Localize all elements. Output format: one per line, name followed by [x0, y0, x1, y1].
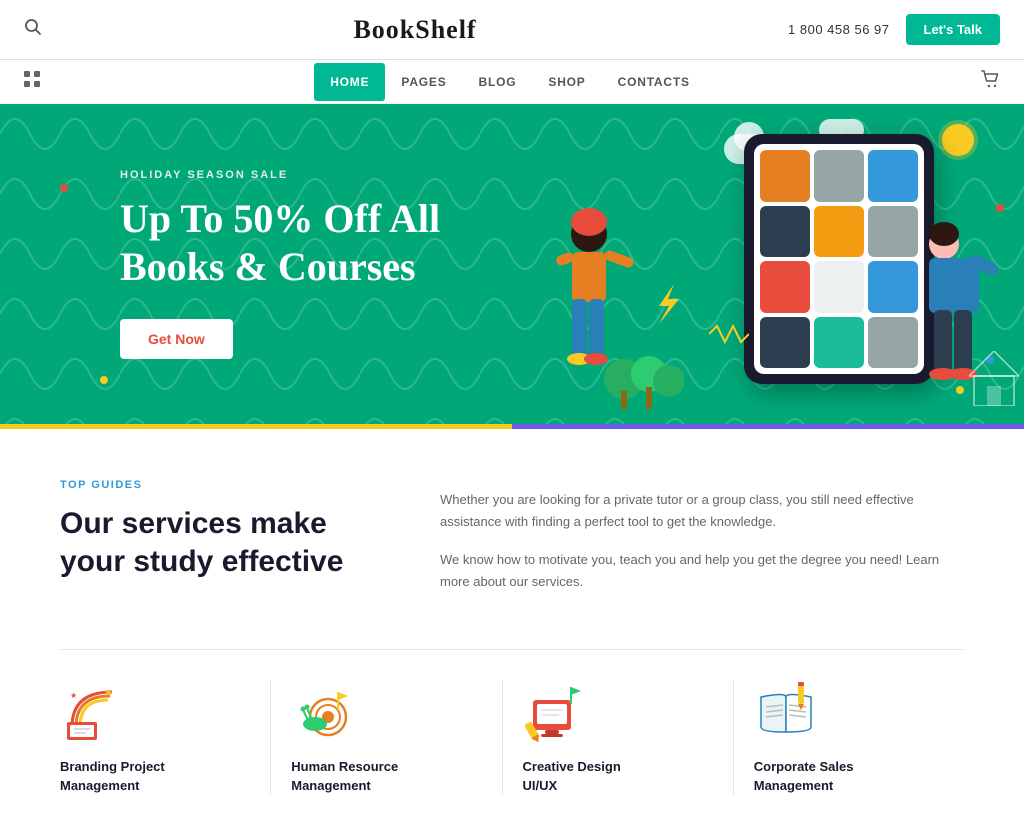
- cart-icon[interactable]: [980, 76, 1000, 93]
- hero-illustration: [544, 104, 1024, 424]
- services-right-col: Whether you are looking for a private tu…: [440, 479, 964, 609]
- service-card-branding: ★ ★ Branding ProjectManagement: [60, 680, 271, 794]
- nav-links: HOME PAGES BLOG SHOP CONTACTS: [314, 63, 706, 101]
- services-desc-1: Whether you are looking for a private tu…: [440, 489, 964, 533]
- app-icon-11: [814, 317, 864, 369]
- hero-eyebrow: HOLIDAY SEASON SALE: [120, 169, 544, 181]
- nav-shop[interactable]: SHOP: [532, 63, 601, 101]
- service-icon-branding: ★ ★: [60, 680, 124, 744]
- deco-dot-yellow-1: [100, 376, 108, 384]
- nav-pages[interactable]: PAGES: [385, 63, 462, 101]
- service-icon-hr: [291, 680, 355, 744]
- service-name-creative: Creative DesignUI/UX: [523, 758, 713, 794]
- sun-decoration: [942, 124, 974, 156]
- nav-blog[interactable]: BLOG: [463, 63, 533, 101]
- services-section: TOP GUIDES Our services make your study …: [0, 429, 1024, 835]
- main-navigation: HOME PAGES BLOG SHOP CONTACTS: [0, 60, 1024, 104]
- service-cards: ★ ★ Branding ProjectManagement: [60, 649, 964, 794]
- app-icon-7: [760, 261, 810, 313]
- deco-bushes: [604, 349, 684, 409]
- app-icon-4: [760, 206, 810, 258]
- services-top: TOP GUIDES Our services make your study …: [60, 479, 964, 609]
- hero-title: Up To 50% Off All Books & Courses: [120, 195, 460, 291]
- app-icon-5: [814, 206, 864, 258]
- hero-content: HOLIDAY SEASON SALE Up To 50% Off All Bo…: [0, 169, 544, 359]
- app-icon-12: [868, 317, 918, 369]
- service-card-corporate: Corporate SalesManagement: [734, 680, 964, 794]
- app-icon-8: [814, 261, 864, 313]
- app-icon-1: [760, 150, 810, 202]
- site-logo[interactable]: BookShelf: [353, 15, 476, 45]
- service-name-corporate: Corporate SalesManagement: [754, 758, 944, 794]
- app-icon-10: [760, 317, 810, 369]
- app-icon-9: [868, 261, 918, 313]
- service-icon-creative: [523, 680, 587, 744]
- service-icon-corporate: [754, 680, 818, 744]
- services-desc-2: We know how to motivate you, teach you a…: [440, 549, 964, 593]
- tablet-frame: [744, 134, 934, 384]
- hero-section: HOLIDAY SEASON SALE Up To 50% Off All Bo…: [0, 104, 1024, 424]
- deco-house: [969, 351, 1019, 406]
- lets-talk-button[interactable]: Let's Talk: [906, 14, 1000, 45]
- service-card-creative: Creative DesignUI/UX: [503, 680, 734, 794]
- app-icon-6: [868, 206, 918, 258]
- nav-contacts[interactable]: CONTACTS: [602, 63, 706, 101]
- tablet-screen: [754, 144, 924, 374]
- app-icon-3: [868, 150, 918, 202]
- service-name-hr: Human ResourceManagement: [291, 758, 481, 794]
- nav-right-group: 1 800 458 56 97 Let's Talk: [788, 14, 1000, 45]
- svg-text:★: ★: [70, 691, 77, 700]
- deco-lightning: [654, 284, 684, 324]
- svg-text:★: ★: [104, 688, 113, 699]
- services-title: Our services make your study effective: [60, 505, 380, 580]
- get-now-button[interactable]: Get Now: [120, 319, 233, 359]
- services-eyebrow: TOP GUIDES: [60, 479, 380, 491]
- grid-icon[interactable]: [24, 71, 40, 92]
- app-icon-2: [814, 150, 864, 202]
- search-icon[interactable]: [24, 18, 42, 41]
- services-left-col: TOP GUIDES Our services make your study …: [60, 479, 380, 609]
- phone-number: 1 800 458 56 97: [788, 22, 889, 37]
- deco-zigzag: [709, 324, 749, 344]
- top-navigation: BookShelf 1 800 458 56 97 Let's Talk: [0, 0, 1024, 60]
- nav-home[interactable]: HOME: [314, 63, 385, 101]
- service-name-branding: Branding ProjectManagement: [60, 758, 250, 794]
- service-card-hr: Human ResourceManagement: [271, 680, 502, 794]
- cart-container: [980, 69, 1000, 94]
